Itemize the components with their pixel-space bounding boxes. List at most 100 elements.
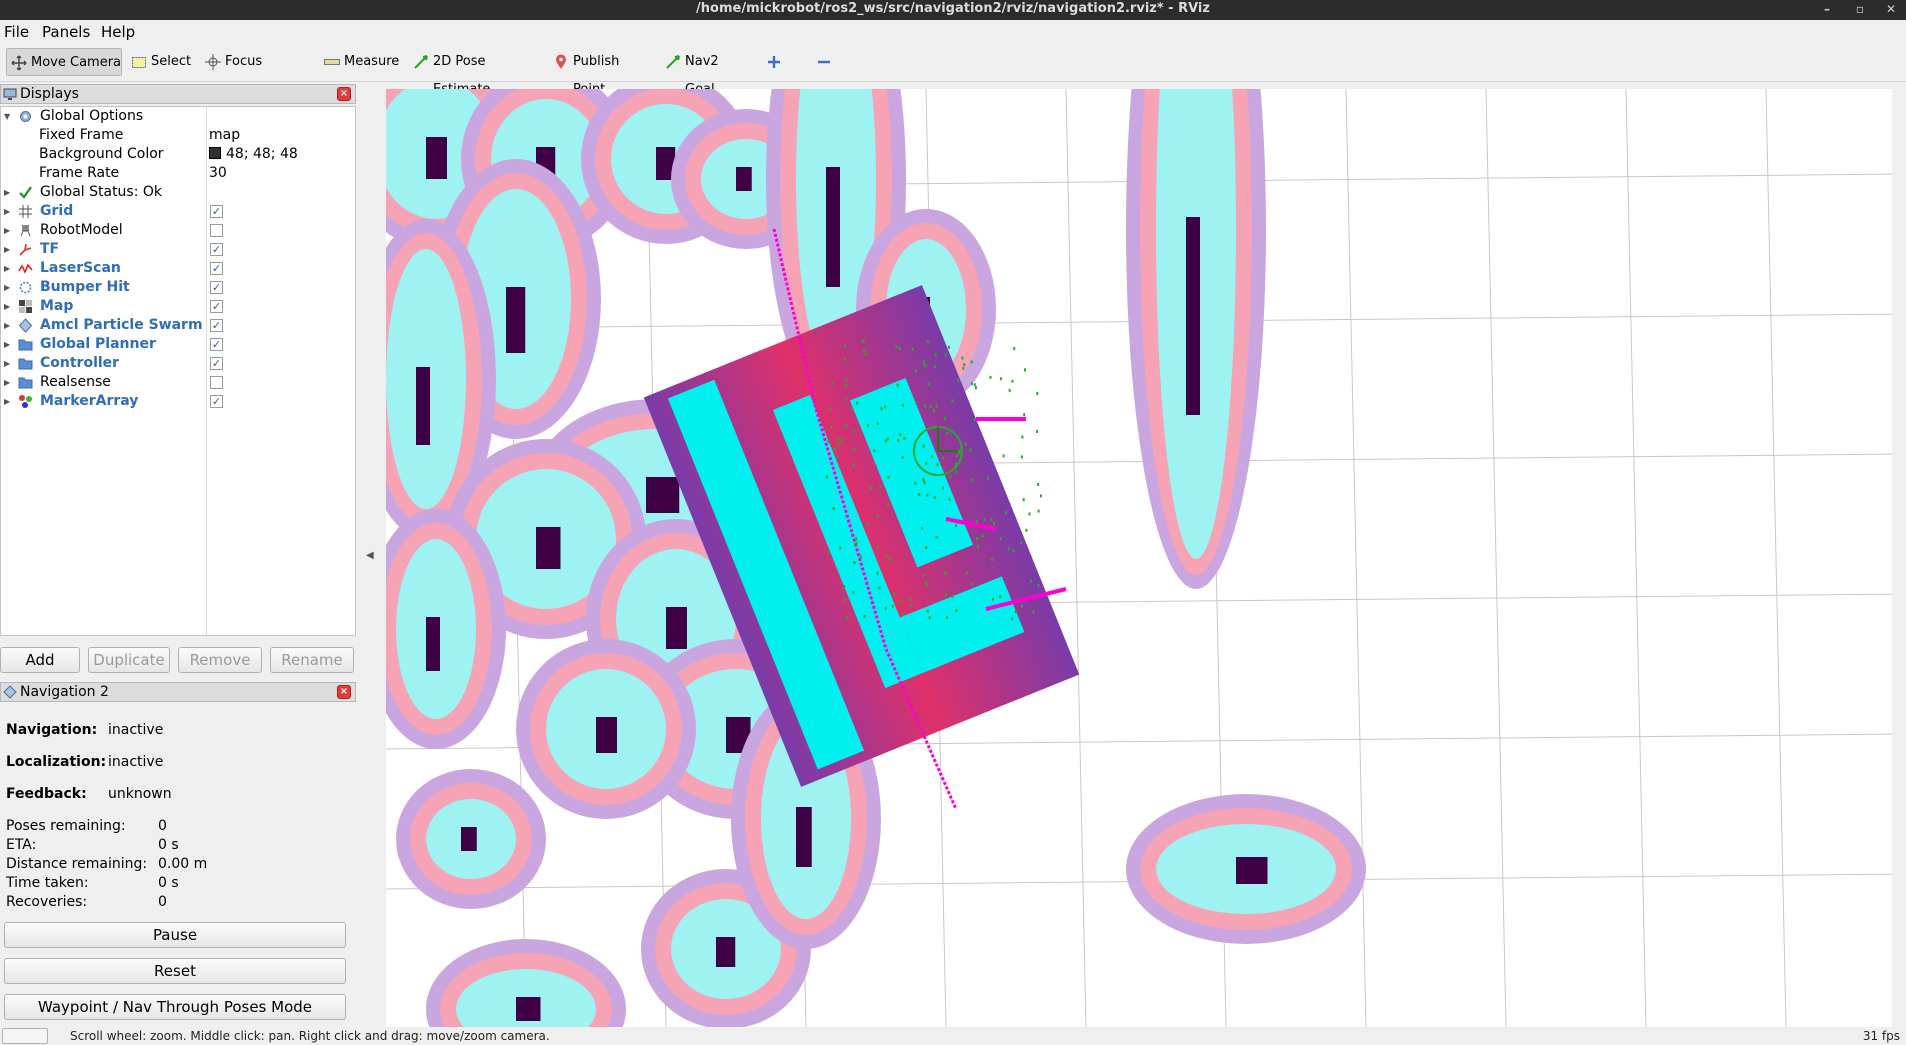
particle: [911, 347, 914, 351]
grid-icon: [19, 205, 32, 218]
map-icon: [19, 300, 32, 313]
tree-label: MarkerArray: [40, 393, 139, 409]
tool-move-camera[interactable]: Move Camera: [6, 48, 122, 76]
expand-arrow-icon[interactable]: ▶: [4, 392, 12, 411]
tree-label: Map: [40, 298, 74, 314]
enable-checkbox[interactable]: ✓: [210, 205, 223, 218]
pause-button[interactable]: Pause: [4, 922, 346, 948]
remove-tool-button[interactable]: [812, 48, 836, 76]
enable-checkbox[interactable]: ✓: [210, 281, 223, 294]
render-viewport[interactable]: [386, 89, 1906, 1027]
collapse-left-icon[interactable]: ◀: [366, 550, 374, 561]
menu-panels[interactable]: Panels: [42, 23, 90, 41]
menu-help[interactable]: Help: [101, 23, 135, 41]
tree-label: Global Planner: [40, 336, 156, 352]
displays-tree[interactable]: ▼ Global Options Fixed Frame map Backgro…: [0, 106, 356, 636]
tree-row-markerarray[interactable]: ▶ MarkerArray ✓: [1, 392, 355, 411]
minimize-button[interactable]: –: [1812, 0, 1842, 20]
viewport-scrollbar[interactable]: [1892, 82, 1906, 1027]
obstacle-cell: [506, 287, 526, 353]
tree-row-laserscan[interactable]: ▶ LaserScan ✓: [1, 259, 355, 278]
particle-swarm-icon: [18, 318, 33, 333]
expand-arrow-icon[interactable]: ▶: [4, 335, 12, 354]
enable-checkbox[interactable]: [210, 376, 223, 389]
tree-row-frame-rate[interactable]: Frame Rate 30: [1, 164, 355, 183]
fixed-frame-value[interactable]: map: [209, 126, 240, 145]
enable-checkbox[interactable]: ✓: [210, 338, 223, 351]
navigation-label: Navigation:: [6, 722, 98, 738]
map-canvas[interactable]: [386, 89, 1906, 1027]
diamond-icon: [3, 685, 17, 699]
expand-arrow-icon[interactable]: ▶: [4, 202, 12, 221]
duplicate-display-button[interactable]: Duplicate: [88, 647, 170, 673]
poses-remaining-value: 0: [158, 818, 167, 834]
enable-checkbox[interactable]: ✓: [210, 357, 223, 370]
tree-row-bumper-hit[interactable]: ▶ Bumper Hit ✓: [1, 278, 355, 297]
tree-row-grid[interactable]: ▶ Grid ✓: [1, 202, 355, 221]
nav2-title: Navigation 2: [20, 684, 109, 700]
close-window-button[interactable]: ✕: [1876, 0, 1906, 20]
enable-checkbox[interactable]: ✓: [210, 243, 223, 256]
expand-arrow-icon[interactable]: ▶: [4, 240, 12, 259]
tool-select[interactable]: Select: [127, 48, 191, 76]
tree-row-fixed-frame[interactable]: Fixed Frame map: [1, 126, 355, 145]
tree-row-global-status[interactable]: ▶ Global Status: Ok: [1, 183, 355, 202]
particle: [902, 612, 905, 616]
tool-publish-point[interactable]: Publish Point: [549, 48, 645, 97]
close-nav2-button[interactable]: ×: [337, 685, 351, 699]
maximize-button[interactable]: ▫: [1845, 0, 1875, 20]
expand-arrow-icon[interactable]: ▶: [4, 183, 12, 202]
particle: [973, 417, 976, 421]
enable-checkbox[interactable]: ✓: [210, 319, 223, 332]
particle: [924, 404, 926, 408]
remove-display-button[interactable]: Remove: [178, 647, 262, 673]
tree-row-realsense[interactable]: ▶ Realsense: [1, 373, 355, 392]
tree-row-controller[interactable]: ▶ Controller ✓: [1, 354, 355, 373]
tree-row-global-options[interactable]: ▼ Global Options: [1, 107, 355, 126]
dock-splitter[interactable]: ◀: [358, 82, 386, 1027]
eta-value: 0 s: [158, 837, 179, 853]
tool-label: Move Camera: [31, 55, 122, 70]
tree-row-background-color[interactable]: Background Color 48; 48; 48: [1, 145, 355, 164]
obstacle-cell: [826, 167, 840, 287]
expand-arrow-icon[interactable]: ▶: [4, 316, 12, 335]
expand-arrow-icon[interactable]: ▶: [4, 259, 12, 278]
tree-row-global-planner[interactable]: ▶ Global Planner ✓: [1, 335, 355, 354]
particle: [1021, 435, 1024, 439]
tree-row-map[interactable]: ▶ Map ✓: [1, 297, 355, 316]
expand-arrow-icon[interactable]: ▶: [4, 354, 12, 373]
enable-checkbox[interactable]: ✓: [210, 395, 223, 408]
collapse-arrow-icon[interactable]: ▼: [4, 107, 12, 126]
waypoint-mode-button[interactable]: Waypoint / Nav Through Poses Mode: [4, 994, 346, 1020]
expand-arrow-icon[interactable]: ▶: [4, 373, 12, 392]
tree-row-tf[interactable]: ▶ TF ✓: [1, 240, 355, 259]
tool-focus-camera[interactable]: Focus Camera: [201, 48, 305, 97]
reset-view-button[interactable]: [2, 1028, 48, 1044]
tree-row-robotmodel[interactable]: ▶ RobotModel: [1, 221, 355, 240]
particle: [855, 537, 857, 541]
reset-button[interactable]: Reset: [4, 958, 346, 984]
nav2-goal-icon: [666, 55, 680, 69]
expand-arrow-icon[interactable]: ▶: [4, 221, 12, 240]
frame-rate-value[interactable]: 30: [209, 164, 227, 183]
enable-checkbox[interactable]: ✓: [210, 262, 223, 275]
add-display-button[interactable]: Add: [0, 647, 80, 673]
rename-display-button[interactable]: Rename: [270, 647, 354, 673]
particle: [934, 353, 937, 357]
add-tool-button[interactable]: [762, 48, 782, 76]
tool-measure[interactable]: Measure: [320, 48, 399, 76]
expand-arrow-icon[interactable]: ▶: [4, 297, 12, 316]
particle: [1023, 413, 1026, 417]
tool-nav2-goal[interactable]: Nav2 Goal: [661, 48, 743, 97]
minus-icon: [818, 60, 830, 64]
tool-2d-pose-estimate[interactable]: 2D Pose Estimate: [409, 48, 529, 97]
menu-file[interactable]: File: [4, 23, 29, 41]
particle: [949, 475, 952, 479]
background-color-value[interactable]: 48; 48; 48: [209, 145, 298, 164]
enable-checkbox[interactable]: [210, 224, 223, 237]
tree-row-amcl-particle-swarm[interactable]: ▶ Amcl Particle Swarm ✓: [1, 316, 355, 335]
close-displays-button[interactable]: ×: [337, 87, 351, 101]
expand-arrow-icon[interactable]: ▶: [4, 278, 12, 297]
enable-checkbox[interactable]: ✓: [210, 300, 223, 313]
particle: [970, 360, 973, 364]
